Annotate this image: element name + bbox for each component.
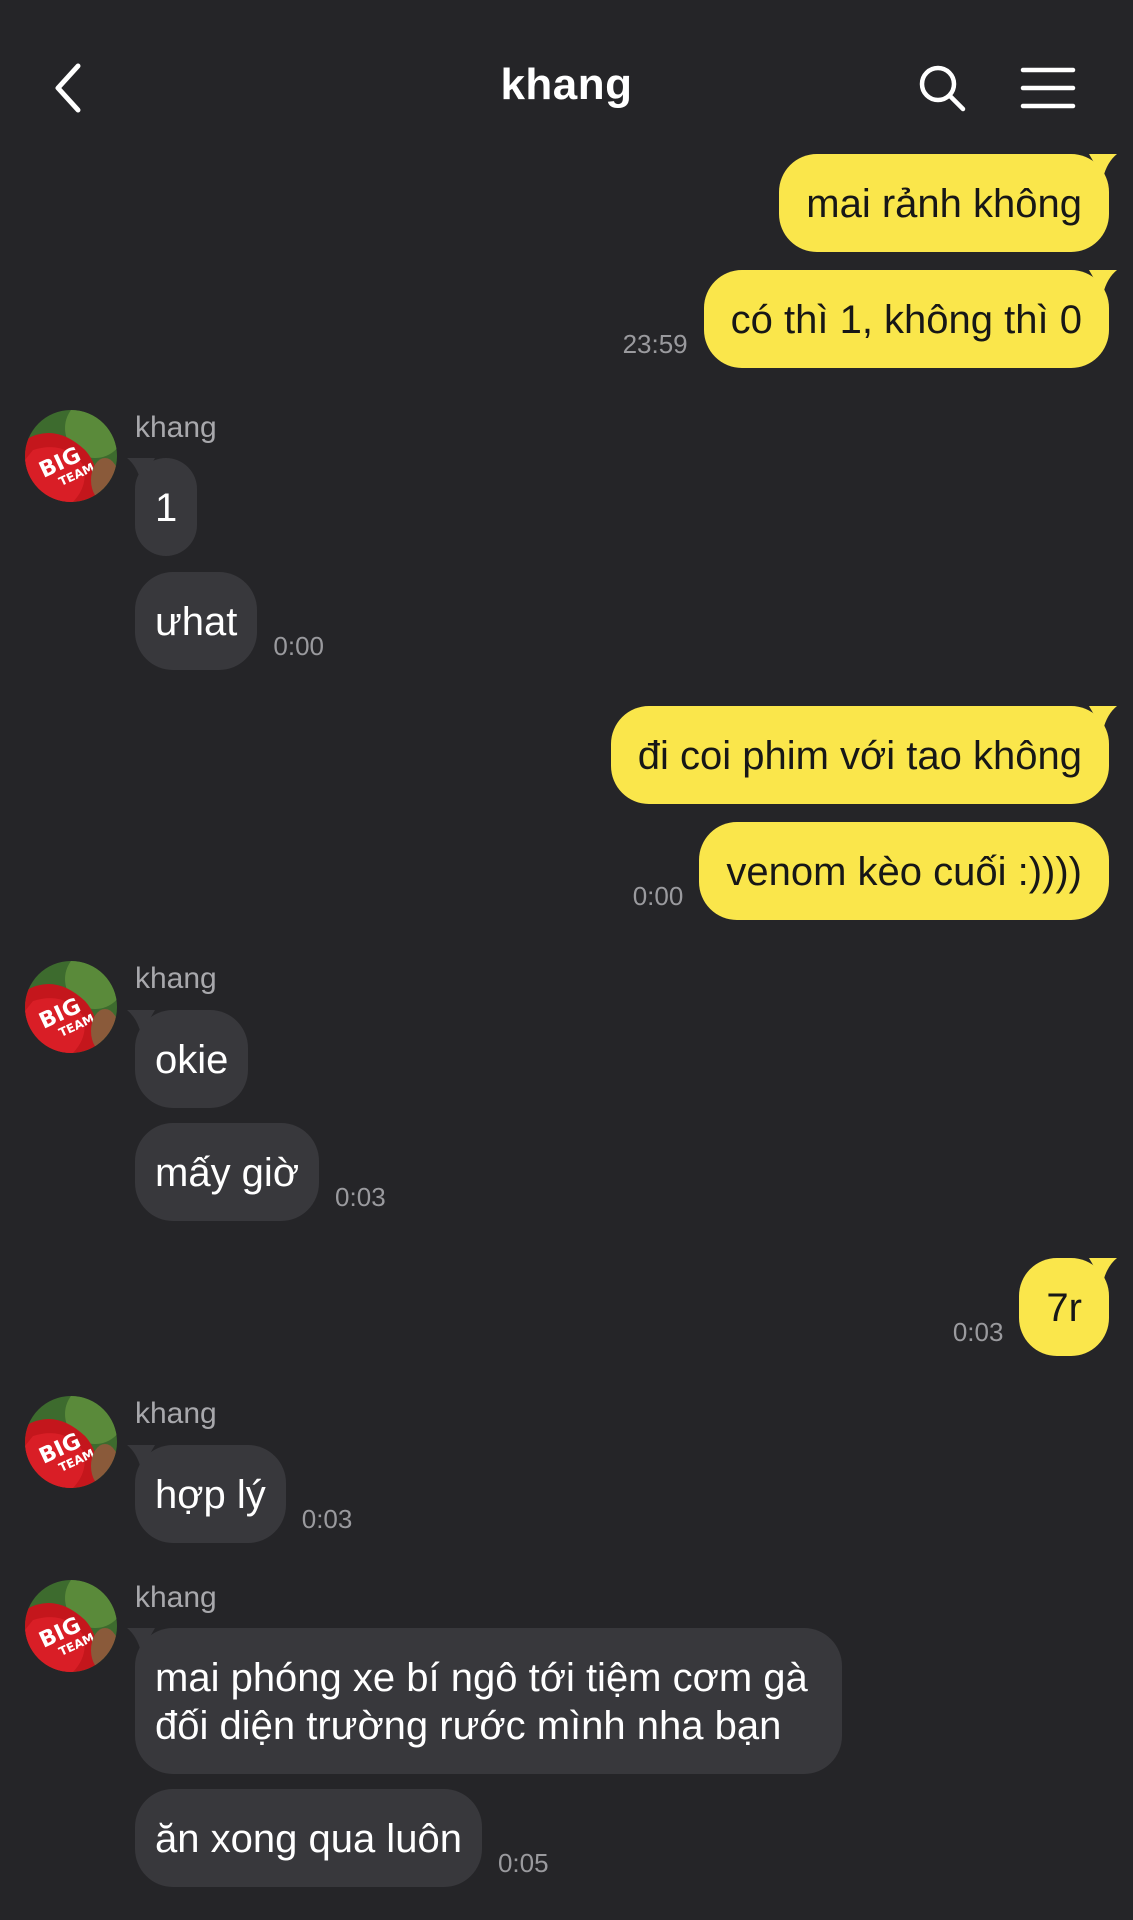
sender-name: khang — [135, 962, 217, 995]
bubble-tail — [127, 1010, 155, 1034]
message-text: ăn xong qua luôn — [155, 1817, 462, 1861]
message-row: ưhat 0:00 — [0, 572, 1133, 670]
search-button[interactable] — [912, 58, 972, 118]
bubble-tail — [1089, 270, 1117, 294]
message-timestamp: 0:00 — [273, 631, 324, 661]
bubble-tail — [1089, 154, 1117, 178]
message-text: đi coi phim với tao không — [637, 734, 1082, 778]
menu-button[interactable] — [1016, 58, 1080, 118]
sender-name: khang — [135, 1581, 217, 1614]
message-timestamp: 23:59 — [622, 329, 688, 359]
message-row: đi coi phim với tao không — [0, 706, 1133, 804]
message-row: 0:03 7r — [0, 1258, 1133, 1356]
message-bubble-sent[interactable]: venom kèo cuối :)))) — [699, 822, 1109, 920]
sender-name: khang — [135, 411, 217, 444]
message-text: mai rảnh không — [806, 182, 1082, 226]
message-row: 0:00 venom kèo cuối :)))) — [0, 822, 1133, 920]
message-timestamp: 0:00 — [632, 881, 684, 911]
message-row: mai phóng xe bí ngô tới tiệm cơm gà đối … — [0, 1628, 1133, 1774]
message-timestamp: 0:03 — [301, 1504, 353, 1534]
message-text: hợp lý — [155, 1473, 266, 1517]
message-bubble-sent[interactable]: có thì 1, không thì 0 — [703, 270, 1117, 368]
message-text: 7r — [1046, 1286, 1082, 1330]
message-bubble-received[interactable]: mấy giờ — [135, 1123, 320, 1221]
message-text: venom kèo cuối :)))) — [726, 850, 1082, 894]
message-text: 1 — [155, 486, 178, 530]
message-bubble-sent[interactable]: mai rảnh không — [779, 154, 1117, 252]
hamburger-menu-icon — [1020, 67, 1076, 109]
message-text: mai phóng xe bí ngô tới tiệm cơm gà đối … — [155, 1656, 808, 1748]
message-row: hợp lý 0:03 — [0, 1445, 1133, 1543]
message-text: ưhat — [155, 600, 238, 644]
message-bubble-received[interactable]: 1 — [127, 458, 198, 556]
message-row: okie — [0, 1010, 1133, 1108]
chat-header: khang — [0, 0, 1133, 140]
message-text: có thì 1, không thì 0 — [730, 298, 1082, 342]
bubble-tail — [127, 1628, 155, 1652]
message-bubble-received[interactable]: hợp lý — [127, 1445, 286, 1543]
message-bubble-received[interactable]: ưhat — [135, 572, 258, 670]
message-bubble-received[interactable]: mai phóng xe bí ngô tới tiệm cơm gà đối … — [127, 1628, 842, 1774]
message-row: 23:59 có thì 1, không thì 0 — [0, 270, 1133, 368]
message-timestamp: 0:03 — [335, 1182, 386, 1212]
message-bubble-sent[interactable]: 7r — [1019, 1258, 1117, 1356]
message-row: 1 — [0, 458, 1133, 556]
bubble-tail — [127, 1445, 155, 1469]
message-bubble-sent[interactable]: đi coi phim với tao không — [610, 706, 1117, 804]
message-timestamp: 0:03 — [952, 1317, 1004, 1347]
bubble-tail — [127, 458, 155, 482]
message-text: mấy giờ — [155, 1151, 300, 1195]
message-row: ăn xong qua luôn 0:05 — [0, 1789, 1133, 1887]
bubble-tail — [1089, 1258, 1117, 1282]
message-timestamp: 0:05 — [497, 1848, 549, 1878]
message-row: mấy giờ 0:03 — [0, 1123, 1133, 1221]
bubble-tail — [1089, 706, 1117, 730]
sender-name: khang — [135, 1397, 217, 1430]
message-row: mai rảnh không — [0, 154, 1133, 252]
search-icon — [919, 65, 966, 112]
message-bubble-received[interactable]: ăn xong qua luôn — [135, 1789, 482, 1887]
message-text: okie — [155, 1038, 229, 1082]
message-bubble-received[interactable]: okie — [127, 1010, 249, 1108]
